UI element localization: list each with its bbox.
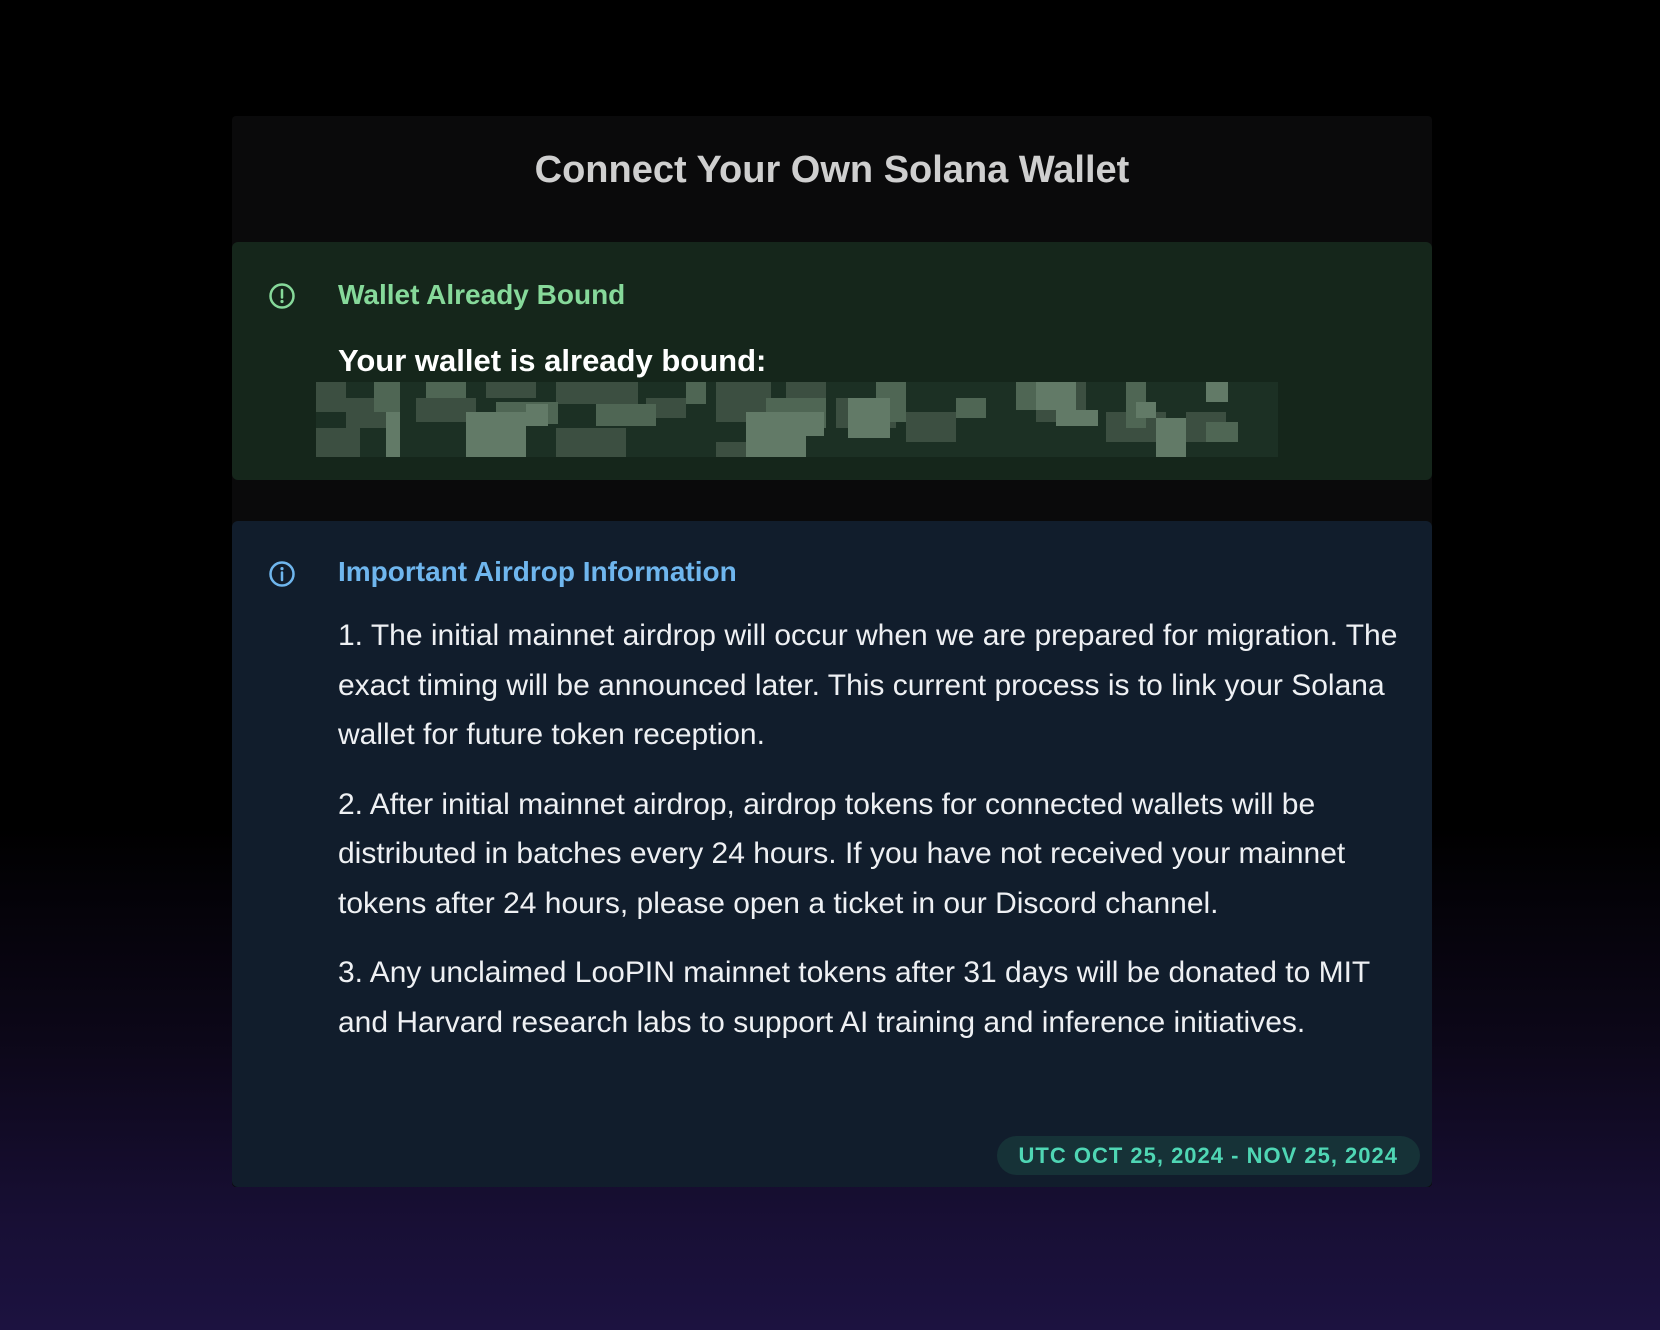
- airdrop-info-list: 1. The initial mainnet airdrop will occu…: [338, 611, 1398, 1067]
- airdrop-info-item: 1. The initial mainnet airdrop will occu…: [338, 619, 1398, 751]
- info-circle-icon: [269, 561, 295, 587]
- airdrop-info-item: 3. Any unclaimed LooPIN mainnet tokens a…: [338, 956, 1370, 1039]
- page-title: Connect Your Own Solana Wallet: [534, 149, 1130, 191]
- wallet-bound-label: Your wallet is already bound:: [338, 343, 767, 378]
- date-range-badge: UTC OCT 25, 2024 - NOV 25, 2024: [996, 1136, 1420, 1175]
- airdrop-info-heading: Important Airdrop Information: [338, 556, 737, 587]
- connect-wallet-card: Connect Your Own Solana Wallet Wallet Al…: [232, 116, 1432, 1187]
- wallet-bound-heading: Wallet Already Bound: [338, 279, 626, 310]
- airdrop-info-alert: Important Airdrop Information 1. The ini…: [232, 521, 1432, 1187]
- airdrop-info-item: 2. After initial mainnet airdrop, airdro…: [338, 787, 1346, 920]
- wallet-address-redacted: [316, 382, 1278, 457]
- wallet-bound-alert: Wallet Already Bound Your wallet is alre…: [232, 242, 1432, 480]
- alert-circle-icon: [269, 283, 295, 309]
